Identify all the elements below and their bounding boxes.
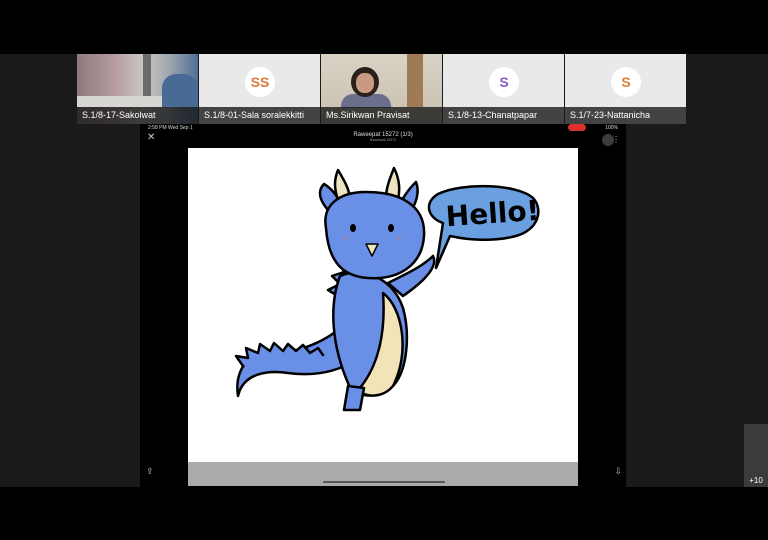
dragon-cheek (343, 236, 349, 240)
document-header: Raweepat 15272 (1/3) Raweepat 15272 (188, 128, 578, 148)
top-black-bar (0, 0, 768, 54)
dragon-cheek (396, 236, 402, 240)
avatar: SS (245, 67, 275, 97)
status-time: 2:58 PM Wed Sep 1 (148, 125, 193, 131)
participant-tile-avatar[interactable]: S S.1/7-23-Nattanicha (565, 54, 686, 124)
document-subtitle: Raweepat 15272 (369, 138, 397, 142)
avatar: S (489, 67, 519, 97)
participant-name: S.1/8-13-Chanatpapar (443, 107, 564, 124)
battery-status: 100% (605, 125, 618, 131)
speech-text: Hello! (445, 194, 541, 233)
close-icon[interactable]: ✕ (147, 133, 157, 143)
dragon-head (324, 190, 426, 280)
participant-tile-video[interactable]: S.1/8-17-Sakolwat (77, 54, 198, 124)
dragon-eye (388, 224, 394, 232)
download-icon[interactable]: ⇩ (614, 466, 622, 477)
dragon-drawing: Hello! (234, 166, 541, 412)
more-participants-button[interactable]: +10 (744, 424, 768, 487)
video-background (407, 54, 423, 107)
dragon-eye (350, 224, 356, 232)
participant-strip: S.1/8-17-Sakolwat SS S.1/8-01-Sala soral… (77, 54, 686, 124)
bottom-black-bar (0, 487, 768, 540)
home-indicator (323, 481, 445, 483)
participant-tile-avatar[interactable]: S S.1/8-13-Chanatpapar (443, 54, 564, 124)
more-options-icon[interactable]: ⋮ (612, 136, 620, 144)
video-person (356, 73, 374, 93)
avatar: S (611, 67, 641, 97)
shared-screen[interactable]: 2:58 PM Wed Sep 1 100% ✕ ⋮ Raweepat 1527… (140, 124, 626, 487)
share-icon[interactable]: ⇪ (146, 466, 154, 477)
participant-tile-avatar[interactable]: SS S.1/8-01-Sala soralekkitti (199, 54, 320, 124)
participant-name: S.1/8-17-Sakolwat (77, 107, 198, 124)
participant-tile-video[interactable]: Ms.Sirikwan Pravisat (321, 54, 442, 124)
participant-name: Ms.Sirikwan Pravisat (321, 107, 442, 124)
drawing-canvas[interactable]: Hello! (188, 148, 578, 462)
more-participants-count: +10 (749, 476, 763, 485)
participant-name: S.1/7-23-Nattanicha (565, 107, 686, 124)
video-person (162, 74, 198, 107)
participant-name: S.1/8-01-Sala soralekkitti (199, 107, 320, 124)
dragon-leg (342, 384, 366, 412)
